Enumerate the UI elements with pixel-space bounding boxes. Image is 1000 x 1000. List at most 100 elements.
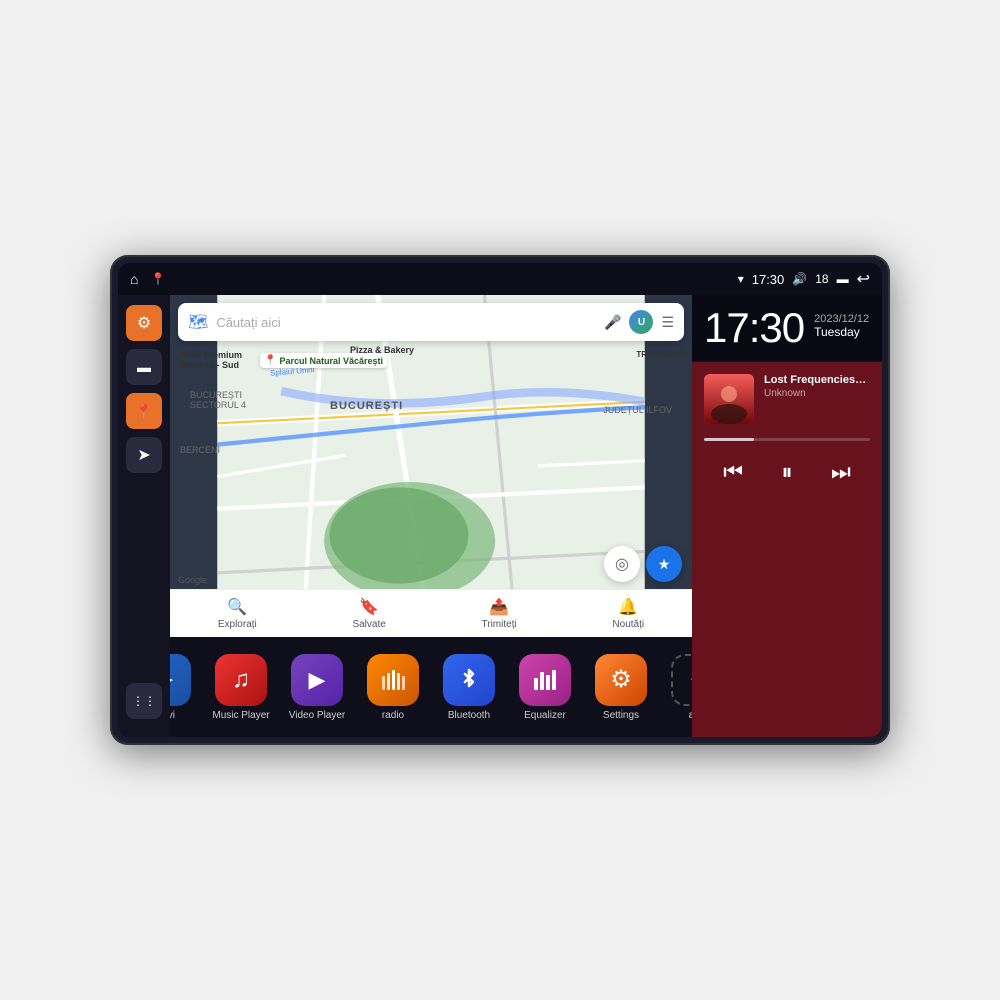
sidebar: ⚙ ▬ 📍 ➤ ⋮⋮ xyxy=(118,295,170,737)
next-btn[interactable]: ⏭ xyxy=(827,455,855,489)
map-tab-explore[interactable]: 🔍 Explorați xyxy=(218,597,257,630)
video-icon-box: ▶ xyxy=(291,654,343,706)
map-tab-saved[interactable]: 🔖 Salvate xyxy=(352,597,385,630)
saved-label: Salvate xyxy=(352,619,385,630)
equalizer-bars-icon xyxy=(531,666,559,694)
music-icon: ♫ xyxy=(232,666,250,694)
app-radio[interactable]: radio xyxy=(359,654,427,721)
music-controls: ⏮ ⏸ ⏭ xyxy=(704,455,870,489)
settings-icon-box: ⚙ xyxy=(595,654,647,706)
share-icon: 📤 xyxy=(489,597,509,617)
back-icon[interactable]: ↩ xyxy=(857,269,870,289)
map-label-axis: AXIS PremiumMobility - Sud xyxy=(180,350,242,370)
app-add[interactable]: + add xyxy=(663,654,692,721)
music-icon-box: ♫ xyxy=(215,654,267,706)
album-art-image xyxy=(704,374,754,424)
bluetooth-icon-box xyxy=(443,654,495,706)
map-label-berceni: BERCENI xyxy=(180,445,220,455)
sidebar-settings-btn[interactable]: ⚙ xyxy=(126,305,162,341)
right-panel: 17:30 2023/12/12 Tuesday xyxy=(692,295,882,737)
equalizer-label: Equalizer xyxy=(524,710,566,721)
map-search-bar[interactable]: 🗺 Căutați aici 🎤 U ☰ xyxy=(178,303,684,341)
app-equalizer[interactable]: Equalizer xyxy=(511,654,579,721)
map-tab-share[interactable]: 📤 Trimiteți xyxy=(482,597,517,630)
map-search-input[interactable]: Căutați aici xyxy=(216,315,596,330)
maps-google-icon: 🗺 xyxy=(188,312,208,332)
files-icon: ▬ xyxy=(137,359,151,375)
music-player-label: Music Player xyxy=(212,710,269,721)
app-bluetooth[interactable]: Bluetooth xyxy=(435,654,503,721)
sidebar-nav-btn[interactable]: ➤ xyxy=(126,437,162,473)
app-video-player[interactable]: ▶ Video Player xyxy=(283,654,351,721)
grid-icon: ⋮⋮ xyxy=(132,694,156,708)
music-artist: Unknown xyxy=(764,388,870,399)
sidebar-map-btn[interactable]: 📍 xyxy=(126,393,162,429)
app-drawer: ➤ Navi ♫ Music Player ▶ xyxy=(170,637,692,737)
progress-fill xyxy=(704,438,754,441)
video-icon: ▶ xyxy=(309,667,326,693)
music-top: Lost Frequencies_Janie... Unknown xyxy=(704,374,870,424)
map-label-park[interactable]: 📍 Parcul Natural Văcărești xyxy=(260,353,387,368)
user-avatar[interactable]: U xyxy=(629,310,653,334)
map-fab-btn[interactable]: ★ xyxy=(646,546,682,582)
navi-icon: ➤ xyxy=(170,667,174,693)
app-settings[interactable]: ⚙ Settings xyxy=(587,654,655,721)
map-svg xyxy=(170,295,692,637)
map-container[interactable]: AXIS PremiumMobility - Sud Pizza & Baker… xyxy=(170,295,692,637)
radio-wave-icon xyxy=(379,666,407,694)
video-player-label: Video Player xyxy=(289,710,346,721)
share-label: Trimiteți xyxy=(482,619,517,630)
music-info: Lost Frequencies_Janie... Unknown xyxy=(764,374,870,424)
google-logo: Google xyxy=(178,575,207,585)
map-label-trapezului: TRAPEZULUI xyxy=(636,350,687,359)
map-label-bucharest: BUCUREȘTI xyxy=(330,400,403,412)
map-settings-icon[interactable]: ☰ xyxy=(661,314,674,331)
map-location-btn[interactable]: ◎ xyxy=(604,546,640,582)
clock-area: 17:30 2023/12/12 Tuesday xyxy=(692,295,882,362)
explore-icon: 🔍 xyxy=(227,597,247,617)
saved-icon: 🔖 xyxy=(359,597,379,617)
app-navi[interactable]: ➤ Navi xyxy=(170,654,199,721)
radio-label: radio xyxy=(382,710,404,721)
music-title: Lost Frequencies_Janie... xyxy=(764,374,870,386)
battery-icon: ▬ xyxy=(837,272,849,286)
battery-level: 18 xyxy=(815,272,828,286)
app-music-player[interactable]: ♫ Music Player xyxy=(207,654,275,721)
pause-btn[interactable]: ⏸ xyxy=(777,455,796,489)
map-mic-icon[interactable]: 🎤 xyxy=(604,314,621,331)
status-bar: ⌂ 📍 ▾ 17:30 🔊 18 ▬ ↩ xyxy=(118,263,882,295)
map-icon: 📍 xyxy=(135,403,152,420)
explore-label: Explorați xyxy=(218,619,257,630)
music-player-panel: Lost Frequencies_Janie... Unknown ⏮ ⏸ ⏭ xyxy=(692,362,882,737)
navi-label: Navi xyxy=(170,710,175,721)
main-content: ⚙ ▬ 📍 ➤ ⋮⋮ xyxy=(118,295,882,737)
map-bottom-bar: 🔍 Explorați 🔖 Salvate 📤 Trimiteți � xyxy=(170,589,692,637)
prev-btn[interactable]: ⏮ xyxy=(719,455,747,489)
sidebar-grid-btn[interactable]: ⋮⋮ xyxy=(126,683,162,719)
park-label-text: Parcul Natural Văcărești xyxy=(279,356,383,366)
clock-date-area: 2023/12/12 Tuesday xyxy=(814,307,869,339)
bluetooth-label: Bluetooth xyxy=(448,710,490,721)
clock-date: 2023/12/12 xyxy=(814,307,869,325)
add-icon: + xyxy=(690,666,692,694)
center-area: AXIS PremiumMobility - Sud Pizza & Baker… xyxy=(170,295,692,737)
status-right: ▾ 17:30 🔊 18 ▬ ↩ xyxy=(738,269,870,289)
clock-time: 17:30 xyxy=(704,307,804,349)
settings-label: Settings xyxy=(603,710,639,721)
news-label: Noutăți xyxy=(612,619,644,630)
device-screen: ⌂ 📍 ▾ 17:30 🔊 18 ▬ ↩ ⚙ ▬ xyxy=(118,263,882,737)
clock-display: 17:30 xyxy=(704,307,804,349)
equalizer-icon-box xyxy=(519,654,571,706)
status-left: ⌂ 📍 xyxy=(130,271,165,287)
sidebar-files-btn[interactable]: ▬ xyxy=(126,349,162,385)
progress-bar[interactable] xyxy=(704,438,870,441)
home-icon[interactable]: ⌂ xyxy=(130,271,138,287)
settings-app-icon: ⚙ xyxy=(610,665,632,694)
radio-icon-box xyxy=(367,654,419,706)
map-tab-news[interactable]: 🔔 Noutăți xyxy=(612,597,644,630)
navi-icon-box: ➤ xyxy=(170,654,191,706)
volume-icon: 🔊 xyxy=(792,272,807,286)
add-icon-box: + xyxy=(671,654,692,706)
clock-day: Tuesday xyxy=(814,325,869,339)
bluetooth-symbol-icon xyxy=(455,666,483,694)
